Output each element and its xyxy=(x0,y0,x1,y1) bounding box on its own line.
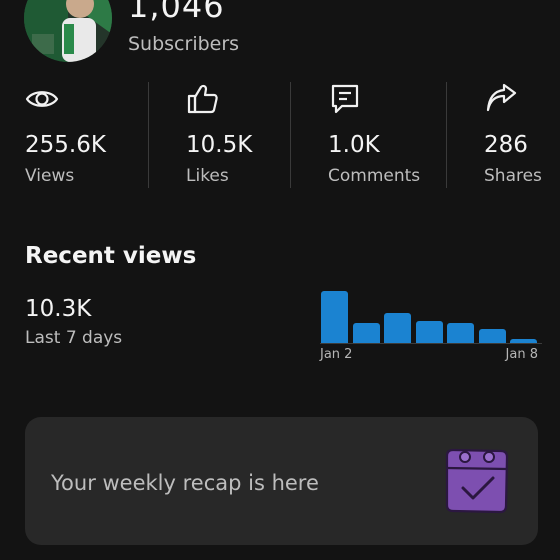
stat-label: Views xyxy=(25,166,75,186)
chart-bar xyxy=(321,291,348,343)
thumbs-up-icon xyxy=(187,84,218,114)
stat-divider xyxy=(148,82,149,188)
weekly-recap-card[interactable]: Your weekly recap is here xyxy=(25,417,538,545)
stat-value: 10.5K xyxy=(186,132,253,158)
stat-value: 286 xyxy=(484,132,528,158)
recent-views-chart[interactable]: Jan 2 Jan 8 xyxy=(316,284,542,370)
recent-views-title: Recent views xyxy=(25,243,197,269)
chart-bar xyxy=(478,329,506,343)
calendar-check-icon xyxy=(445,448,509,514)
stats-row: 255.6K Views 10.5K Likes 1.0K Comments 2… xyxy=(0,78,560,192)
recent-views-period: Last 7 days xyxy=(25,328,123,348)
weekly-recap-text: Your weekly recap is here xyxy=(51,471,319,495)
comment-icon xyxy=(331,84,359,114)
share-icon xyxy=(486,83,517,112)
eye-icon xyxy=(25,91,59,107)
chart-bar xyxy=(352,323,380,343)
stat-shares[interactable]: 286 Shares xyxy=(484,78,554,192)
chart-bar xyxy=(415,321,443,343)
stat-likes[interactable]: 10.5K Likes xyxy=(186,78,286,192)
chart-end-label: Jan 8 xyxy=(505,347,538,362)
chart-baseline xyxy=(320,343,542,344)
subscriber-label: Subscribers xyxy=(128,33,240,55)
stat-divider xyxy=(290,82,291,188)
stat-views[interactable]: 255.6K Views xyxy=(25,78,135,192)
channel-avatar[interactable] xyxy=(24,0,112,62)
stat-divider xyxy=(446,82,447,188)
stat-comments[interactable]: 1.0K Comments xyxy=(328,78,438,192)
stat-value: 1.0K xyxy=(328,132,380,158)
chart-bar xyxy=(447,323,474,343)
stat-label: Shares xyxy=(484,166,542,186)
recent-views-value: 10.3K xyxy=(25,296,92,322)
stat-value: 255.6K xyxy=(25,132,106,158)
channel-analytics-screen: 1,046 Subscribers 255.6K Views 10.5K Lik… xyxy=(0,0,560,560)
chart-start-label: Jan 2 xyxy=(320,347,353,362)
stat-label: Likes xyxy=(186,166,229,186)
chart-bar xyxy=(510,339,537,343)
avatar-image xyxy=(24,0,112,62)
chart-bar xyxy=(384,313,411,343)
subscriber-count: 1,046 xyxy=(128,0,225,25)
stat-label: Comments xyxy=(328,166,421,186)
